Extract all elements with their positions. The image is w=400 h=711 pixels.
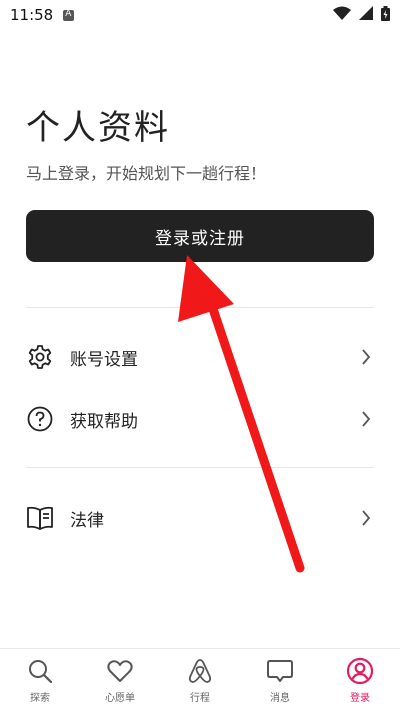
divider: [26, 467, 374, 468]
notification-icon: [63, 9, 75, 21]
login-register-button[interactable]: 登录或注册: [26, 210, 374, 262]
tab-label: 心愿单: [105, 693, 135, 704]
message-icon: [266, 657, 294, 685]
book-icon: [26, 504, 54, 532]
tab-explore[interactable]: 探索: [0, 657, 80, 704]
heart-icon: [106, 657, 134, 685]
tab-label: 消息: [270, 693, 290, 704]
chevron-right-icon: [358, 510, 374, 526]
tab-login[interactable]: 登录: [320, 657, 400, 704]
menu-item-legal[interactable]: 法律: [26, 498, 374, 538]
signal-icon: [359, 6, 373, 24]
chevron-right-icon: [358, 411, 374, 427]
chevron-right-icon: [358, 349, 374, 365]
page-title: 个人资料: [26, 108, 170, 148]
tab-label: 行程: [190, 693, 210, 704]
tab-wishlist[interactable]: 心愿单: [80, 657, 160, 704]
search-icon: [26, 657, 54, 685]
menu-item-label: 获取帮助: [70, 411, 138, 432]
menu-item-get-help[interactable]: 获取帮助: [26, 399, 374, 439]
menu-item-label: 账号设置: [70, 349, 138, 370]
tab-label: 探索: [30, 693, 50, 704]
profile-icon: [346, 657, 374, 685]
menu-item-label: 法律: [70, 510, 104, 531]
help-icon: [26, 405, 54, 433]
tab-trips[interactable]: 行程: [160, 657, 240, 704]
tab-label: 登录: [350, 693, 370, 704]
gear-icon: [26, 343, 54, 371]
status-time: 11:58: [10, 6, 54, 24]
battery-icon: [381, 5, 390, 25]
menu-item-account-settings[interactable]: 账号设置: [26, 337, 374, 377]
airbnb-logo-icon: [186, 657, 214, 685]
status-bar: 11:58: [0, 0, 400, 30]
bottom-tab-bar: 探索 心愿单 行程 消息 登录: [0, 648, 400, 711]
divider: [26, 307, 374, 308]
page-subtitle: 马上登录，开始规划下一趟行程！: [26, 164, 267, 183]
tab-messages[interactable]: 消息: [240, 657, 320, 704]
wifi-icon: [333, 6, 351, 24]
